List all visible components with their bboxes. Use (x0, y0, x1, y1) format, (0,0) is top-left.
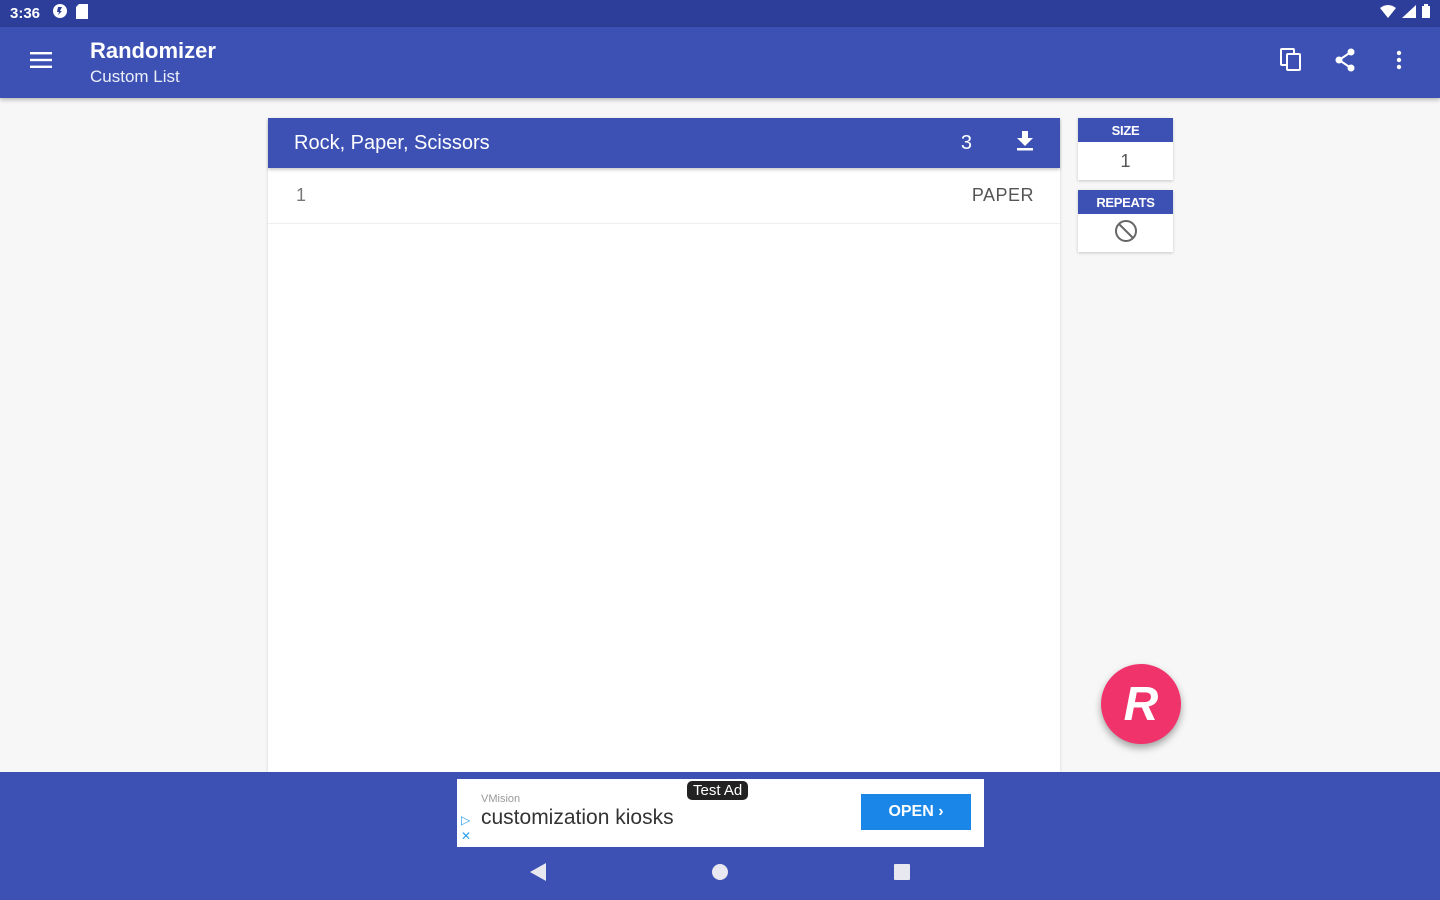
sd-card-icon (76, 3, 89, 24)
randomize-fab[interactable]: R (1101, 664, 1181, 744)
toolbar-actions (1264, 36, 1440, 90)
list-card: Rock, Paper, Scissors 3 1 PAPER (268, 118, 1060, 772)
status-bar: 3:36 (0, 0, 1440, 27)
list-name[interactable]: Rock, Paper, Scissors (294, 132, 961, 155)
wifi-icon (1380, 4, 1396, 23)
hamburger-menu-icon (30, 52, 52, 73)
ad-text: customization kiosks (481, 806, 674, 829)
list-item-count: 3 (960, 131, 972, 154)
app-bar: Randomizer Custom List (0, 27, 1440, 98)
repeats-setting: REPEATS (1078, 190, 1173, 252)
copy-icon (1280, 48, 1302, 77)
ad-open-button[interactable]: OPEN › (861, 794, 971, 830)
menu-button[interactable] (0, 27, 82, 98)
ad-banner[interactable]: Test Ad VMision ▷ ✕ customization kiosks… (457, 779, 984, 847)
download-button[interactable] (1002, 120, 1048, 166)
download-icon (1016, 130, 1034, 156)
result-value: PAPER (971, 185, 1034, 205)
battery-icon (1422, 4, 1430, 23)
home-circle-icon (711, 863, 729, 886)
ad-close-icon[interactable]: ✕ (461, 829, 471, 843)
share-icon (1334, 48, 1356, 77)
status-indicators (1380, 4, 1430, 23)
more-vert-icon (1396, 50, 1402, 75)
bottom-area: Test Ad VMision ▷ ✕ customization kiosks… (0, 772, 1440, 900)
back-triangle-icon (530, 862, 546, 886)
status-time: 3:36 (10, 5, 41, 22)
size-setting: SIZE 1 (1078, 118, 1173, 180)
list-header: Rock, Paper, Scissors 3 (268, 118, 1060, 168)
data-saver-icon (52, 3, 68, 24)
size-value[interactable]: 1 (1078, 142, 1173, 180)
overflow-menu-button[interactable] (1372, 36, 1426, 90)
nav-home-button[interactable] (690, 854, 750, 894)
copy-button[interactable] (1264, 36, 1318, 90)
system-nav-bar (0, 854, 1440, 894)
size-label: SIZE (1078, 118, 1173, 142)
share-button[interactable] (1318, 36, 1372, 90)
result-index: 1 (296, 185, 307, 205)
nav-recents-button[interactable] (872, 854, 932, 894)
title-block: Randomizer Custom List (90, 38, 216, 88)
app-title: Randomizer (90, 37, 216, 63)
signal-icon (1402, 4, 1416, 23)
result-row[interactable]: 1 PAPER (268, 168, 1060, 224)
nav-back-button[interactable] (508, 854, 568, 894)
repeats-label: REPEATS (1078, 190, 1173, 214)
recents-square-icon (894, 863, 910, 885)
app-subtitle: Custom List (90, 66, 180, 86)
repeats-toggle[interactable] (1078, 214, 1173, 252)
ad-brand: VMision (481, 793, 521, 805)
test-ad-tag: Test Ad (687, 781, 749, 800)
block-icon (1114, 219, 1138, 248)
ad-choices-icon[interactable]: ▷ (461, 813, 470, 827)
